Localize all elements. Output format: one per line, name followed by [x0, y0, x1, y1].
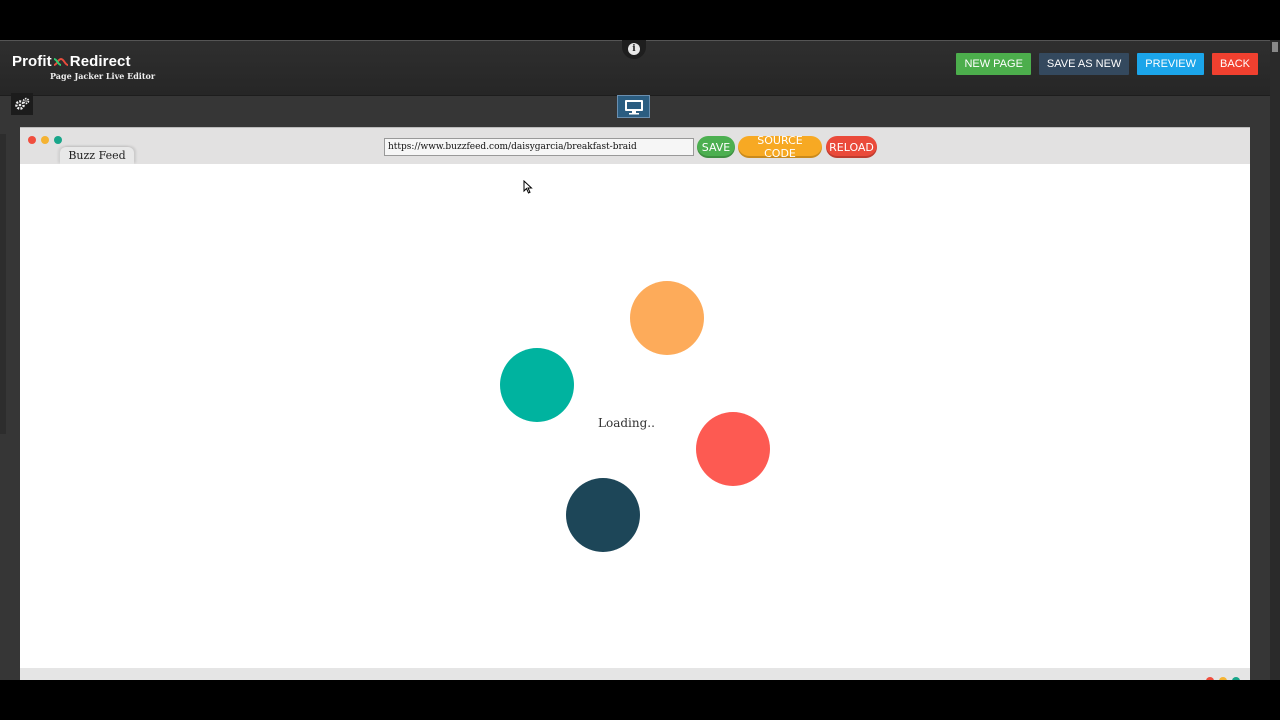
browser-header: Buzz Feed SAVE SOURCE CODE RELOAD [20, 128, 1250, 164]
footer-yellow-dot-icon [1219, 677, 1227, 680]
source-code-button[interactable]: SOURCE CODE [738, 134, 822, 160]
maximize-dot-icon[interactable] [54, 136, 62, 144]
brand-logo: Profit Redirect Page Jacker Live Editor [12, 53, 155, 81]
save-button[interactable]: SAVE [697, 136, 735, 158]
new-page-button[interactable]: NEW PAGE [956, 53, 1031, 75]
desktop-view-button[interactable] [617, 95, 650, 118]
loader-ball-red [696, 412, 770, 486]
desktop-monitor-icon [624, 99, 643, 114]
window-controls [28, 136, 62, 144]
gears-icon [15, 97, 30, 110]
url-input[interactable] [384, 138, 694, 156]
loader-ball-teal [500, 348, 574, 422]
window-scrollbar[interactable] [1270, 40, 1280, 680]
brand-name-left: Profit [12, 53, 52, 70]
top-bar: Profit Redirect Page Jacker Live Editor … [0, 40, 1280, 96]
brand-subtitle: Page Jacker Live Editor [50, 71, 156, 81]
footer-green-dot-icon [1232, 677, 1240, 680]
reload-button[interactable]: RELOAD [826, 136, 877, 158]
brand-name: Profit Redirect [12, 53, 155, 70]
scrollbar-thumb[interactable] [1272, 42, 1278, 52]
footer-red-dot-icon [1206, 677, 1214, 680]
info-icon: i [628, 43, 640, 55]
page-preview: Loading.. [20, 164, 1250, 668]
preview-button[interactable]: PREVIEW [1137, 53, 1205, 75]
mouse-cursor-icon [523, 180, 533, 194]
loader-ball-orange [630, 281, 704, 355]
left-panel-edge [0, 134, 6, 434]
settings-button[interactable] [11, 93, 33, 115]
editor-app: Profit Redirect Page Jacker Live Editor … [0, 40, 1280, 680]
back-button[interactable]: BACK [1212, 53, 1258, 75]
brand-name-right: Redirect [69, 53, 131, 70]
header-actions: NEW PAGE SAVE AS NEW PREVIEW BACK [956, 53, 1258, 75]
save-as-new-button[interactable]: SAVE AS NEW [1038, 53, 1130, 75]
info-button[interactable]: i [622, 40, 646, 59]
browser-tab[interactable]: Buzz Feed [60, 147, 134, 164]
loader-ball-navy [566, 478, 640, 552]
browser-footer [20, 668, 1250, 680]
minimize-dot-icon[interactable] [41, 136, 49, 144]
redirect-arrow-icon [53, 57, 68, 66]
loading-text: Loading.. [598, 416, 655, 430]
close-dot-icon[interactable] [28, 136, 36, 144]
browser-frame: Buzz Feed SAVE SOURCE CODE RELOAD Loadin… [20, 127, 1250, 680]
footer-dots [1206, 677, 1240, 680]
